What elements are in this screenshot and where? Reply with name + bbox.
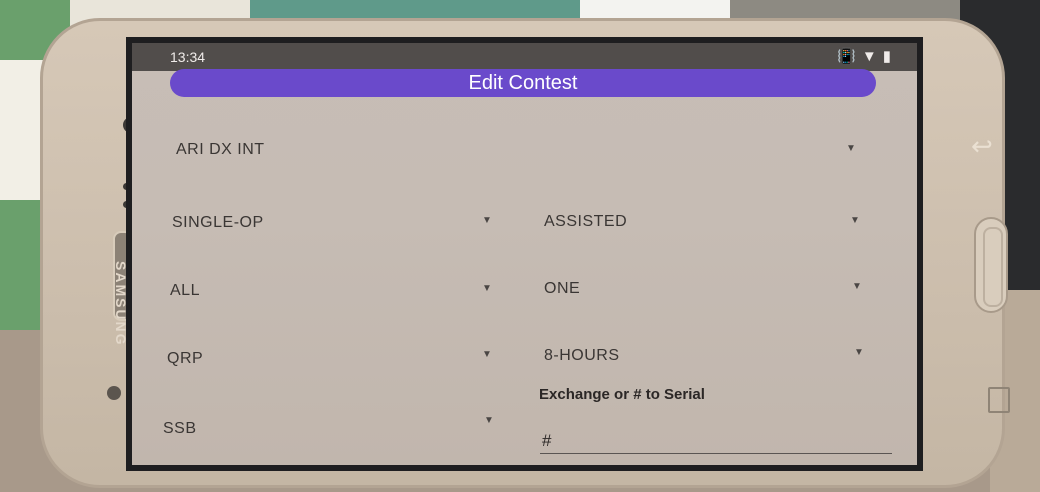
status-time: 13:34: [170, 49, 206, 65]
app-display: 13:34 📳▼▮ Edit Contest ARI DX INT ▼ SING…: [132, 43, 917, 465]
battery-icon: ▮: [882, 48, 897, 65]
status-icons: 📳▼▮: [837, 47, 897, 65]
transmitter-dropdown-icon[interactable]: ▼: [852, 281, 862, 292]
band-dropdown-icon[interactable]: ▼: [482, 283, 492, 294]
mode-dropdown-icon[interactable]: ▼: [484, 415, 494, 426]
assisted-select[interactable]: ASSISTED: [544, 213, 627, 231]
assisted-dropdown-icon[interactable]: ▼: [850, 215, 860, 226]
exchange-label: Exchange or # to Serial: [539, 386, 705, 403]
exchange-input[interactable]: #: [542, 431, 551, 451]
app-bar-title: Edit Contest: [170, 69, 876, 97]
time-select[interactable]: 8-HOURS: [544, 347, 620, 365]
background-box-label: [580, 0, 730, 20]
recent-apps-icon[interactable]: [988, 387, 1010, 413]
mode-select[interactable]: SSB: [163, 420, 197, 438]
contest-dropdown-icon[interactable]: ▼: [846, 143, 856, 154]
microphone: [107, 386, 121, 400]
power-select[interactable]: QRP: [167, 350, 203, 368]
operator-select[interactable]: SINGLE-OP: [172, 214, 264, 232]
time-dropdown-icon[interactable]: ▼: [854, 347, 864, 358]
status-bar: 13:34 📳▼▮: [132, 43, 917, 71]
operator-dropdown-icon[interactable]: ▼: [482, 215, 492, 226]
power-dropdown-icon[interactable]: ▼: [482, 349, 492, 360]
wifi-icon: ▼: [861, 48, 883, 65]
home-button[interactable]: [974, 217, 1008, 313]
phone-screen: 13:34 📳▼▮ Edit Contest ARI DX INT ▼ SING…: [126, 37, 923, 471]
band-select[interactable]: ALL: [170, 282, 200, 300]
exchange-input-underline: [540, 453, 892, 454]
transmitter-select[interactable]: ONE: [544, 280, 580, 298]
vibrate-icon: 📳: [837, 48, 862, 65]
contest-select[interactable]: ARI DX INT: [176, 141, 265, 159]
back-key-icon[interactable]: ↩: [971, 131, 993, 162]
